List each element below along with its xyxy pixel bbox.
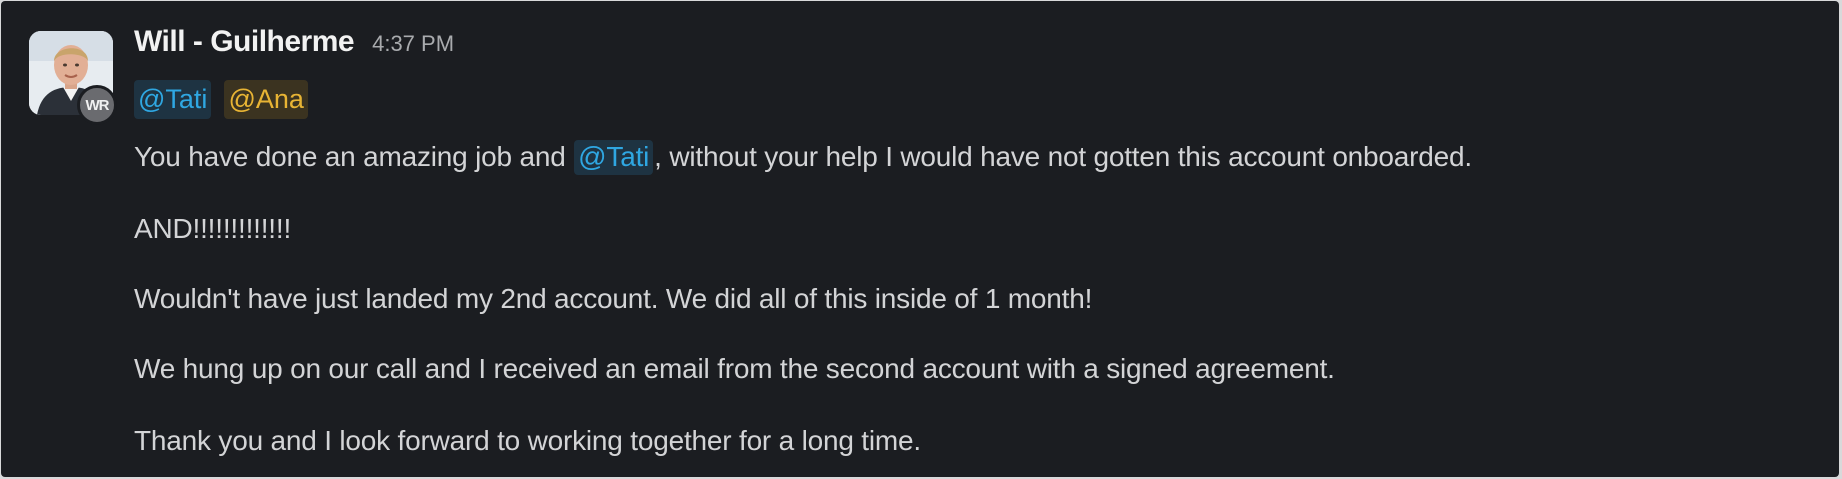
mention-ana[interactable]: @Ana [224, 79, 308, 119]
message-content: Will - Guilherme 4:37 PM @Tati @Ana You … [134, 25, 1819, 456]
chat-message: WR Will - Guilherme 4:37 PM @Tati @Ana Y… [1, 1, 1839, 477]
message-pane: WR Will - Guilherme 4:37 PM @Tati @Ana Y… [1, 1, 1839, 477]
message-line: Thank you and I look forward to working … [134, 425, 921, 456]
message-timestamp[interactable]: 4:37 PM [372, 31, 454, 57]
message-text: , without your help I would have not got… [654, 141, 1472, 172]
inline-mention-tati[interactable]: @Tati [574, 140, 654, 175]
avatar-status-badge: WR [77, 85, 117, 125]
message-line: We hung up on our call and I received an… [134, 353, 1335, 384]
sender-name[interactable]: Will - Guilherme [134, 25, 355, 59]
message-line: AND!!!!!!!!!!!!! [134, 213, 292, 244]
mentions-row: @Tati @Ana [134, 77, 1819, 121]
message-line: Wouldn't have just landed my 2nd account… [134, 283, 1093, 314]
message-line: You have done an amazing job and @Tati, … [134, 139, 1472, 175]
message-text: You have done an amazing job and [134, 141, 574, 172]
message-header: Will - Guilherme 4:37 PM [134, 25, 1819, 67]
mention-tati[interactable]: @Tati [134, 79, 212, 119]
